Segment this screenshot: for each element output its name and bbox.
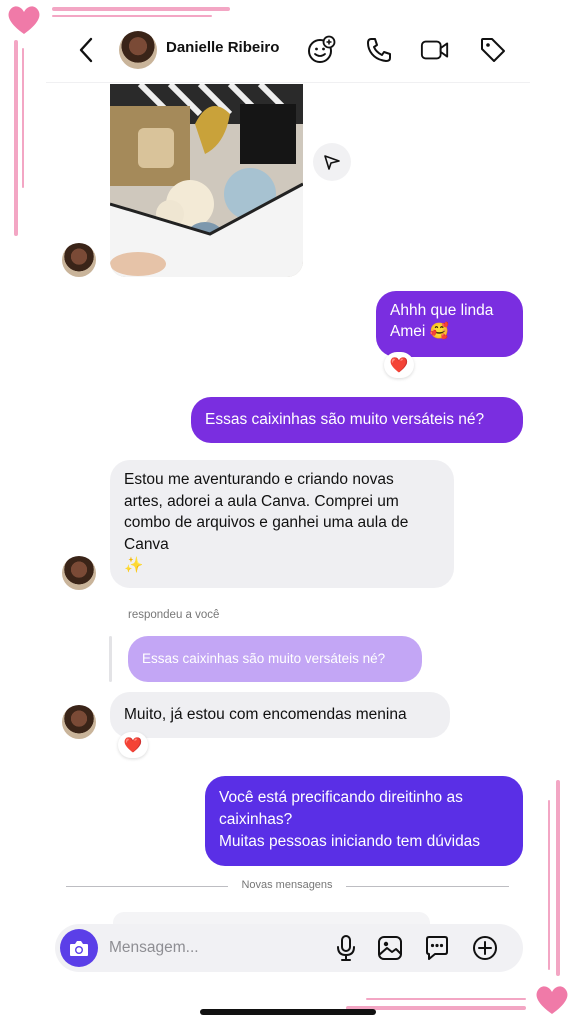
back-button[interactable]: [72, 34, 100, 66]
message-line: Amei 🥰: [390, 323, 449, 340]
video-icon: [420, 40, 449, 60]
divider-line: [346, 886, 509, 887]
plus-icon: [473, 936, 497, 960]
sticker-button[interactable]: [422, 933, 452, 963]
home-indicator: [200, 1009, 376, 1015]
reaction-badge[interactable]: ❤️: [118, 732, 148, 758]
video-call-button[interactable]: [420, 35, 450, 65]
sender-avatar[interactable]: [62, 705, 96, 739]
contact-avatar[interactable]: [119, 31, 157, 69]
message-composer: [55, 924, 523, 972]
contact-name[interactable]: Danielle Ribeiro: [166, 39, 279, 56]
tag-button[interactable]: [478, 35, 508, 65]
message-line: Você está precificando direitinho as: [219, 789, 463, 806]
reply-indicator-bar: [109, 636, 112, 682]
incoming-message[interactable]: Estou me aventurando e criando novas art…: [110, 460, 454, 588]
sticker-icon: [426, 936, 448, 960]
message-line: caixinhas?: [219, 811, 293, 828]
more-options-button[interactable]: [470, 933, 500, 963]
tag-icon: [481, 38, 505, 62]
image-message[interactable]: [110, 84, 303, 277]
outgoing-message[interactable]: Essas caixinhas são muito versáteis né?: [191, 397, 523, 443]
outgoing-message[interactable]: Ahhh que linda Amei 🥰: [376, 291, 523, 357]
back-icon: [79, 37, 93, 63]
message-line: combo de arquivos e ganhei uma aula de: [124, 514, 409, 531]
voice-message-button[interactable]: [331, 933, 361, 963]
sparkles-emoji: ✨: [124, 557, 144, 574]
message-input[interactable]: [109, 937, 309, 959]
message-line: Ahhh que linda: [390, 302, 494, 319]
message-line: Muitas pessoas iniciando tem dúvidas: [219, 833, 481, 850]
quoted-message[interactable]: Essas caixinhas são muito versáteis né?: [128, 636, 422, 682]
camera-icon: [70, 941, 88, 956]
share-icon: [324, 155, 340, 170]
chat-header: Danielle Ribeiro: [0, 20, 576, 80]
new-messages-divider: Novas mensagens: [241, 879, 333, 891]
gallery-icon: [378, 936, 402, 960]
phone-icon: [367, 38, 391, 62]
add-people-button[interactable]: [306, 35, 336, 65]
message-line: Estou me aventurando e criando novas: [124, 471, 394, 488]
add-people-icon: [308, 35, 336, 63]
share-button[interactable]: [313, 143, 351, 181]
header-divider: [46, 82, 530, 83]
divider-line: [66, 886, 228, 887]
message-line: Canva: [124, 535, 169, 553]
sender-avatar[interactable]: [62, 243, 96, 277]
incoming-message[interactable]: Muito, já estou com encomendas menina: [110, 692, 450, 738]
reaction-badge[interactable]: ❤️: [384, 352, 414, 378]
heart-decoration-icon: [536, 986, 568, 1014]
call-button[interactable]: [364, 35, 394, 65]
message-line: artes, adorei a aula Canva. Comprei um: [124, 492, 399, 510]
gallery-button[interactable]: [375, 933, 405, 963]
photo-gift-box: [110, 84, 303, 277]
sender-avatar[interactable]: [62, 556, 96, 590]
microphone-icon: [337, 935, 355, 961]
camera-button[interactable]: [60, 929, 98, 967]
outgoing-message[interactable]: Você está precificando direitinho as cai…: [205, 776, 523, 866]
reply-label: respondeu a você: [128, 609, 220, 621]
